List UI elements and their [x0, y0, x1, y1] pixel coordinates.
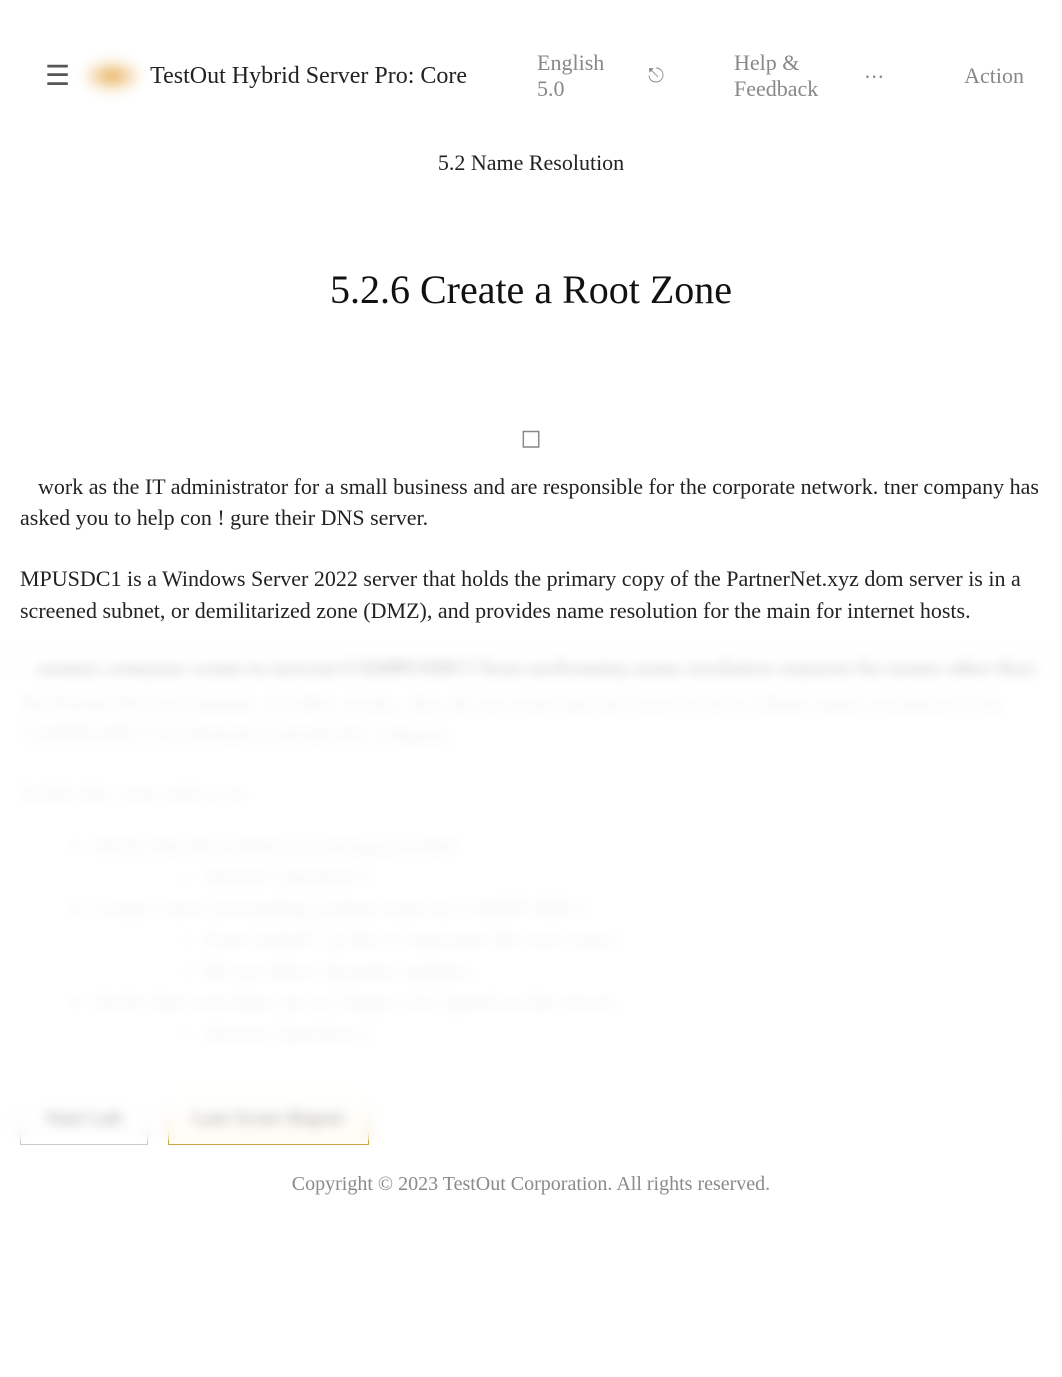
task-item: Verify that root hints are no longer con…: [92, 986, 1062, 1048]
task-subitem: Answer Question 1.: [202, 861, 1062, 892]
task-item: Verify that Root Hints are being provide…: [92, 830, 1062, 892]
task-subitem: Zone named . (a dot to represent the roo…: [202, 923, 1062, 954]
paragraph-3: partner company wants to prevent CAMPUSD…: [20, 656, 1042, 750]
task-subitem: Answer Question 2.: [202, 1017, 1062, 1048]
tasks-lead: In this lab, your task is to:: [0, 780, 1062, 806]
actions-menu[interactable]: Action: [964, 63, 1024, 89]
chevron-down-icon[interactable]: ⎋: [648, 65, 664, 88]
breadcrumb: 5.2 Name Resolution: [0, 150, 1062, 176]
task-text: Verify that root hints are no longer con…: [92, 989, 620, 1014]
start-lab-button[interactable]: Start Lab: [20, 1086, 148, 1145]
task-text: Verify that Root Hints are being provide…: [92, 833, 463, 858]
media-placeholder-icon: ◻: [0, 423, 1062, 453]
language-selector[interactable]: English 5.0: [537, 50, 608, 102]
copyright-text: Copyright © 2023 TestOut Corporation. Al…: [0, 1173, 1062, 1196]
task-text: Create a new forwarding lookup zone on C…: [92, 895, 594, 920]
page-title: 5.2.6 Create a Root Zone: [0, 266, 1062, 313]
paragraph-2: MPUSDC1 is a Windows Server 2022 server …: [20, 563, 1042, 625]
button-row: Start Lab Last Score Report: [0, 1048, 1062, 1145]
task-item: Create a new forwarding lookup zone on C…: [92, 892, 1062, 986]
top-bar: ☰ TestOut Hybrid Server Pro: Core Englis…: [0, 0, 1062, 122]
paragraph-1: work as the IT administrator for a small…: [20, 471, 1042, 533]
product-title: TestOut Hybrid Server Pro: Core: [150, 63, 467, 90]
task-list: Verify that Root Hints are being provide…: [0, 830, 1062, 1049]
scenario-body: work as the IT administrator for a small…: [0, 471, 1062, 750]
menu-icon[interactable]: ☰: [45, 59, 74, 93]
task-subitem: Do not allow dynamic updates.: [202, 955, 1062, 986]
brand-logo: [84, 58, 140, 94]
action-icon[interactable]: ⋯: [864, 64, 884, 89]
help-feedback-link[interactable]: Help & Feedback: [734, 50, 844, 102]
last-score-report-button[interactable]: Last Score Report: [168, 1086, 370, 1145]
